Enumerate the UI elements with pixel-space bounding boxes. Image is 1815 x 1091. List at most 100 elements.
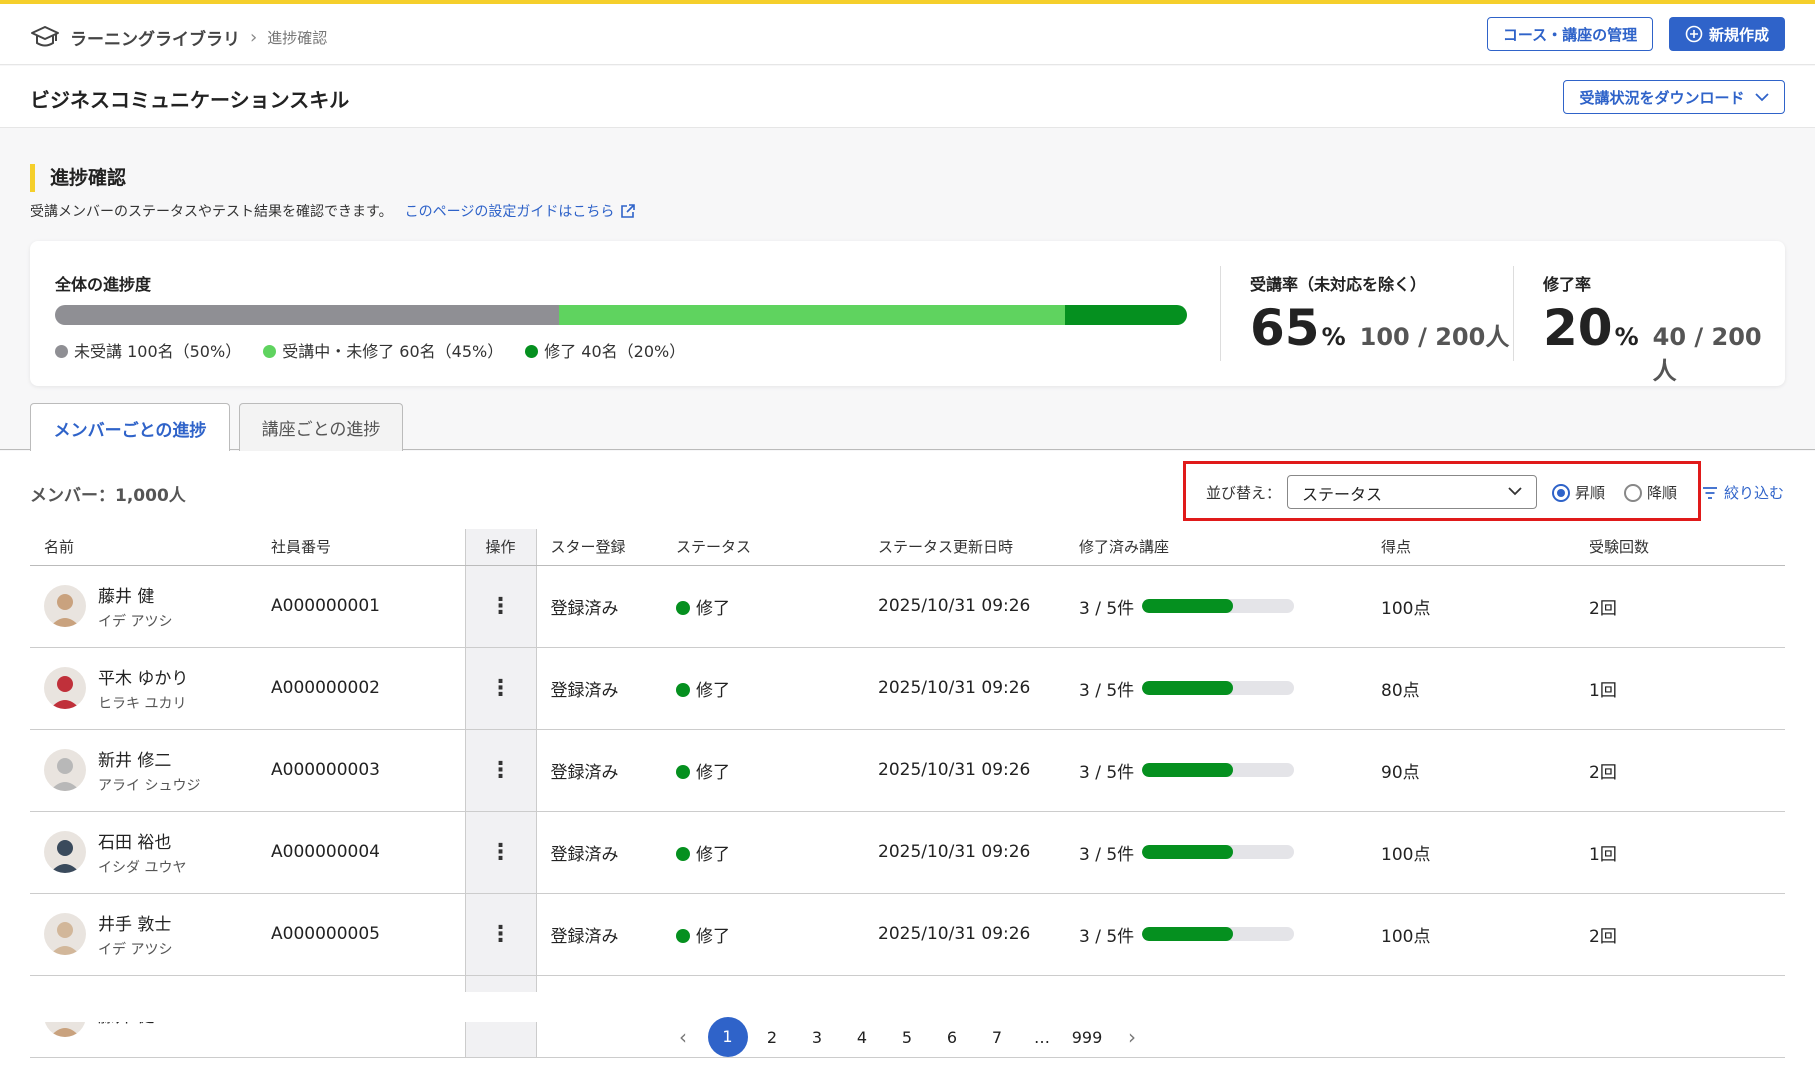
- course-progress-fill: [1142, 681, 1234, 695]
- avatar: [44, 831, 86, 873]
- more-actions-icon[interactable]: ⋮: [490, 676, 512, 701]
- status-cell: 修了: [662, 565, 864, 648]
- col-score[interactable]: 得点: [1367, 529, 1575, 566]
- attempts: 1回: [1575, 647, 1785, 730]
- name-cell: 新井 修二アライ シュウジ: [30, 729, 257, 812]
- tab-member-progress[interactable]: メンバーごとの進捗: [30, 403, 230, 452]
- pagination-page[interactable]: 1: [707, 1017, 748, 1057]
- progress-legend: 未受講 100名（50%） 受講中・未修了 60名（45%） 修了 40名（20%）: [55, 338, 685, 362]
- attendance-rate-label: 受講率（未対応を除く）: [1250, 275, 1427, 294]
- filter-button[interactable]: 絞り込む: [1702, 482, 1784, 503]
- course-progress-bar: [1142, 599, 1295, 613]
- completion-percent-unit: %: [1614, 323, 1639, 351]
- status-label: 修了: [696, 680, 730, 701]
- more-actions-icon[interactable]: ⋮: [490, 840, 512, 865]
- member-name[interactable]: 新井 修二: [98, 746, 200, 771]
- pagination-page[interactable]: 999: [1065, 1028, 1110, 1047]
- sort-asc-radio[interactable]: 昇順: [1552, 482, 1605, 503]
- completed-count: 3 / 5件: [1079, 762, 1135, 783]
- member-name[interactable]: 藤井 健: [98, 582, 172, 607]
- new-create-button[interactable]: 新規作成: [1669, 17, 1785, 51]
- tab-course-progress[interactable]: 講座ごとの進捗: [239, 403, 403, 451]
- manage-courses-label: コース・講座の管理: [1502, 25, 1638, 44]
- course-progress-bar: [1142, 763, 1295, 777]
- tab-member-progress-label: メンバーごとの進捗: [53, 420, 207, 441]
- course-progress-fill: [1142, 763, 1234, 777]
- guide-link[interactable]: このページの設定ガイドはこちら: [405, 201, 637, 221]
- pagination-page[interactable]: 6: [930, 1028, 975, 1047]
- member-kana: イシダ ユウヤ: [98, 859, 187, 876]
- manage-courses-button[interactable]: コース・講座の管理: [1487, 17, 1653, 51]
- course-progress-bar: [1142, 845, 1295, 859]
- col-employee-id[interactable]: 社員番号: [257, 529, 465, 566]
- col-name[interactable]: 名前: [30, 529, 257, 566]
- completed-count: 3 / 5件: [1079, 844, 1135, 865]
- member-name[interactable]: 石田 裕也: [98, 828, 186, 853]
- progress-segment: [1064, 305, 1187, 325]
- col-attempts[interactable]: 受験回数: [1575, 529, 1785, 566]
- more-actions-icon[interactable]: ⋮: [490, 594, 512, 619]
- completion-rate-value: 20 % 40 / 200人: [1543, 299, 1785, 386]
- table-row[interactable]: 石田 裕也 イシダ ユウヤ A000000004 ⋮ 登録済み 修了 2025/10/31 …: [30, 811, 1785, 894]
- actions-cell: ⋮: [464, 893, 537, 976]
- pagination-next-icon[interactable]: ›: [1110, 1025, 1155, 1049]
- external-link-icon: [621, 204, 636, 218]
- employee-id: A000000004: [257, 811, 465, 894]
- actions-cell: ⋮: [464, 729, 537, 812]
- sort-asc-label: 昇順: [1575, 484, 1606, 502]
- member-kana: イデ アツシ: [98, 941, 173, 958]
- pagination-page[interactable]: 2: [750, 1028, 795, 1047]
- more-actions-icon[interactable]: ⋮: [490, 922, 512, 947]
- star-status: 登録済み: [536, 893, 662, 976]
- member-name[interactable]: 井手 敦士: [98, 910, 172, 935]
- name-cell: 井手 敦士イデ アツシ: [30, 893, 257, 976]
- employee-id: A000000002: [257, 647, 465, 730]
- pagination-page[interactable]: 5: [885, 1028, 930, 1047]
- table-row[interactable]: 井手 敦士 イデ アツシ A000000005 ⋮ 登録済み 修了 2025/10/31 0…: [30, 893, 1785, 976]
- score: 100点: [1367, 565, 1575, 648]
- member-name[interactable]: 平木 ゆかり: [98, 664, 188, 689]
- score: 90点: [1367, 729, 1575, 812]
- pagination-page[interactable]: 3: [795, 1028, 840, 1047]
- table-row[interactable]: 藤井 健イデ アツシ A000000001 ⋮ 登録済み 修了 2025/10/31 09…: [30, 565, 1785, 648]
- radio-selected-icon: [1552, 483, 1570, 502]
- status-label: 修了: [696, 844, 730, 865]
- member-table: 名前 社員番号 操作 スター登録 ステータス ステータス更新日時 修了済み講座 …: [30, 529, 1785, 1058]
- completed-count: 3 / 5件: [1079, 598, 1135, 619]
- progress-segment: [558, 305, 1065, 325]
- course-title: ビジネスコミュニケーションスキル: [30, 88, 350, 112]
- actions-cell: ⋮: [464, 565, 537, 648]
- employee-id: A000000005: [257, 893, 465, 976]
- star-status: 登録済み: [536, 647, 662, 730]
- pagination-prev-icon[interactable]: ‹: [661, 1025, 706, 1049]
- name-cell: 藤井 健イデ アツシ: [30, 565, 257, 648]
- chevron-down-icon: [1508, 487, 1522, 496]
- col-completed-courses[interactable]: 修了済み講座: [1065, 529, 1367, 566]
- avatar: [44, 585, 86, 627]
- member-kana: アライ シュウジ: [98, 777, 201, 794]
- pagination-page[interactable]: 7: [975, 1028, 1020, 1047]
- more-actions-icon[interactable]: ⋮: [490, 758, 512, 783]
- col-status[interactable]: ステータス: [662, 529, 864, 566]
- table-row[interactable]: 平木 ゆかり ヒラキ ユカリ A000000002 ⋮ 登録済み 修了 2025/10/31…: [30, 647, 1785, 730]
- download-status-button[interactable]: 受講状況をダウンロード: [1563, 80, 1785, 114]
- col-star[interactable]: スター登録: [536, 529, 662, 566]
- overall-progress-label: 全体の進捗度: [55, 275, 152, 294]
- col-status-updated[interactable]: ステータス更新日時: [864, 529, 1065, 566]
- legend-dot-icon: [263, 345, 277, 358]
- course-progress-fill: [1142, 599, 1234, 613]
- status-label: 修了: [696, 926, 730, 947]
- status-dot-icon: [676, 846, 690, 861]
- table-row[interactable]: 新井 修二 アライ シュウジ A000000003 ⋮ 登録済み 修了 2025/10/31…: [30, 729, 1785, 812]
- col-actions: 操作: [464, 529, 537, 566]
- progress-segment: [55, 305, 559, 325]
- progress-overview-card: 全体の進捗度 未受講 100名（50%） 受講中・未修了 60名（45%） 修了 4…: [30, 241, 1785, 386]
- top-bar: ラーニングライブラリ › 進捗確認 コース・講座の管理 新規作成: [0, 0, 1815, 65]
- breadcrumb-library-link[interactable]: ラーニングライブラリ: [70, 25, 240, 50]
- sort-select[interactable]: ステータス: [1287, 475, 1537, 509]
- status-updated: 2025/10/31 09:26: [864, 565, 1065, 648]
- pagination-page[interactable]: 4: [840, 1028, 885, 1047]
- attempts: 2回: [1575, 565, 1785, 648]
- status-dot-icon: [676, 928, 690, 943]
- sort-desc-radio[interactable]: 降順: [1624, 482, 1677, 503]
